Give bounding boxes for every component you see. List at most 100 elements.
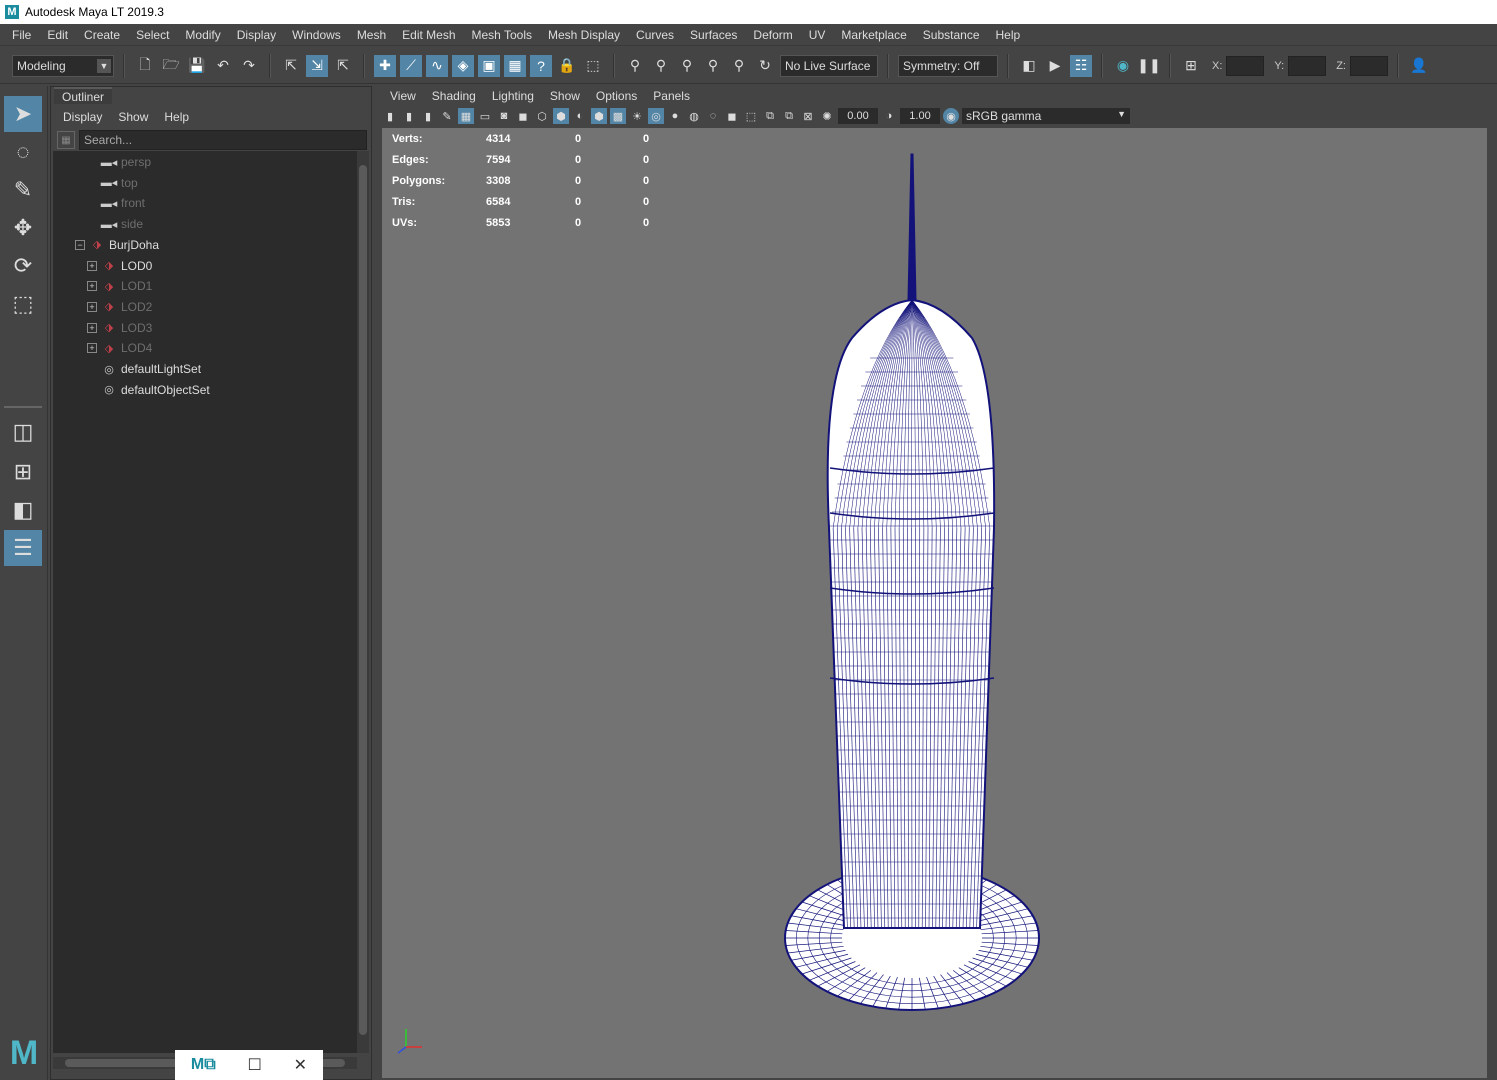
transform-mode-icon[interactable]: ⊞ [1180,55,1202,77]
outliner-item[interactable]: ◎ defaultLightSet [53,359,357,379]
output-ops-icon[interactable]: ⚲ [676,55,698,77]
exposure-icon[interactable]: ✺ [819,108,835,124]
bookmark-icon[interactable]: ▮ [420,108,436,124]
snap-grid-icon[interactable]: ✚ [374,54,396,77]
rotate-tool-icon[interactable]: ⟳ [4,248,42,284]
vp-menu-panels[interactable]: Panels [645,89,698,103]
outliner-item[interactable]: + ⬗ LOD2 [53,297,357,317]
3d-viewport[interactable]: Verts: 4314 0 0 Edges: 7594 0 0 Polygons: 3308 0 0 T… [382,128,1487,1078]
depth-of-field-icon[interactable]: ◼ [724,108,740,124]
snap-live-icon[interactable]: ▦ [504,54,526,77]
pause-icon[interactable]: ❚❚ [1137,55,1160,77]
menu-file[interactable]: File [4,28,39,42]
expand-icon[interactable]: + [87,301,97,312]
x-field[interactable] [1226,55,1265,76]
live-surface-field[interactable]: No Live Surface [780,54,878,77]
save-scene-icon[interactable]: 💾 [186,55,208,77]
scrollbar-thumb[interactable] [359,165,367,1035]
z-field[interactable] [1349,55,1388,76]
close-icon[interactable]: ✕ [294,1055,307,1075]
snap-point-icon[interactable]: ∿ [426,54,448,77]
move-tool-icon[interactable]: ✥ [4,210,42,246]
outliner-vertical-scrollbar[interactable] [357,151,369,1053]
tower-wireframe-model[interactable] [382,128,1487,1078]
maximize-icon[interactable]: ☐ [248,1055,262,1075]
snap-surface-icon[interactable]: ▣ [478,54,500,77]
vp-menu-shading[interactable]: Shading [424,89,484,103]
camera-attr-icon[interactable]: ▮ [401,108,417,124]
undo-icon[interactable]: ↶ [212,55,234,77]
select-component-icon[interactable]: ⇱ [332,55,354,77]
bounding-box-icon[interactable]: ⊠ [800,108,816,124]
outliner-layout-icon[interactable]: ☰ [4,530,42,566]
antialiasing-icon[interactable]: ◌ [705,108,721,124]
single-pane-layout-icon[interactable]: ◫ [4,414,42,450]
outliner-menu-help[interactable]: Help [156,110,197,124]
view-transform-dropdown[interactable]: sRGB gamma ▼ [962,108,1130,124]
snap-curve-icon[interactable]: ⟋ [400,54,422,77]
symmetry-dropdown[interactable]: Symmetry: Off [898,54,998,77]
outliner-menu-display[interactable]: Display [55,110,110,124]
menu-display[interactable]: Display [229,28,284,42]
expand-icon[interactable]: + [87,281,97,292]
menu-modify[interactable]: Modify [177,28,228,42]
vp-menu-view[interactable]: View [382,89,424,103]
gamma-field[interactable]: 1.00 [900,108,940,124]
expand-icon[interactable]: + [87,322,97,333]
ipr-icon[interactable]: ◉ [1112,55,1134,77]
menu-help[interactable]: Help [988,28,1029,42]
outliner-item[interactable]: ▬◂ persp [53,152,357,172]
open-scene-icon[interactable]: 🗁 [160,55,182,77]
render-region-icon[interactable]: ◧ [1018,55,1040,77]
menu-mesh[interactable]: Mesh [349,28,394,42]
outliner-item[interactable]: + ⬗ LOD3 [53,318,357,338]
gate-mask-icon[interactable]: ◼ [515,108,531,124]
outliner-item[interactable]: + ⬗ LOD1 [53,276,357,296]
paint-select-tool-icon[interactable]: ✎ [4,172,42,208]
wireframe-icon[interactable]: ⬡ [534,108,550,124]
camera-icon[interactable]: ▮ [382,108,398,124]
ambient-occlusion-icon[interactable]: ● [667,108,683,124]
outliner-item[interactable]: ▬◂ side [53,214,357,234]
film-gate-icon[interactable]: ▭ [477,108,493,124]
search-options-icon[interactable]: ▦ [57,131,75,149]
expand-icon[interactable]: + [87,343,97,354]
menu-select[interactable]: Select [128,28,177,42]
grid-icon[interactable]: ▦ [458,108,474,124]
new-scene-icon[interactable]: 🗋 [134,55,156,77]
xray-icon[interactable]: ▩ [610,108,626,124]
outliner-menu-show[interactable]: Show [110,110,156,124]
lasso-tool-icon[interactable]: ◌ [4,134,42,170]
wireframe-on-shaded-icon[interactable]: ⬢ [591,108,607,124]
outliner-item[interactable]: ▬◂ front [53,193,357,213]
outliner-item[interactable]: ▬◂ top [53,173,357,193]
menu-curves[interactable]: Curves [628,28,682,42]
menu-uv[interactable]: UV [801,28,834,42]
input-ops-icon[interactable]: ⚲ [650,55,672,77]
construction-history-icon[interactable]: ⚲ [702,55,724,77]
outliner-item[interactable]: + ⬗ LOD4 [53,338,357,358]
gamma-icon[interactable]: ◑ [881,108,897,124]
xray-active-icon[interactable]: ⧉ [781,108,797,124]
menu-edit[interactable]: Edit [39,28,76,42]
menu-mesh-tools[interactable]: Mesh Tools [464,28,540,42]
menu-substance[interactable]: Substance [915,28,988,42]
vp-menu-lighting[interactable]: Lighting [484,89,542,103]
maya-window-icon[interactable]: M⧉ [191,1056,216,1074]
vp-menu-options[interactable]: Options [588,89,645,103]
color-management-icon[interactable]: ◉ [943,108,959,124]
select-hierarchy-icon[interactable]: ⇱ [280,55,302,77]
select-icon[interactable]: ⬚ [582,55,604,77]
smooth-shade-icon[interactable]: ⬢ [553,108,569,124]
resolution-gate-icon[interactable]: ◙ [496,108,512,124]
vp-menu-show[interactable]: Show [542,89,588,103]
select-object-icon[interactable]: ⇲ [306,54,328,77]
render-settings-icon[interactable]: ☷ [1070,54,1092,77]
menu-windows[interactable]: Windows [284,28,349,42]
account-icon[interactable]: 👤 [1408,55,1430,77]
menu-mesh-display[interactable]: Mesh Display [540,28,628,42]
lock-icon[interactable]: 🔒 [556,55,578,77]
xray-joints-icon[interactable]: ⧉ [762,108,778,124]
y-field[interactable] [1288,55,1327,76]
menu-deform[interactable]: Deform [745,28,800,42]
